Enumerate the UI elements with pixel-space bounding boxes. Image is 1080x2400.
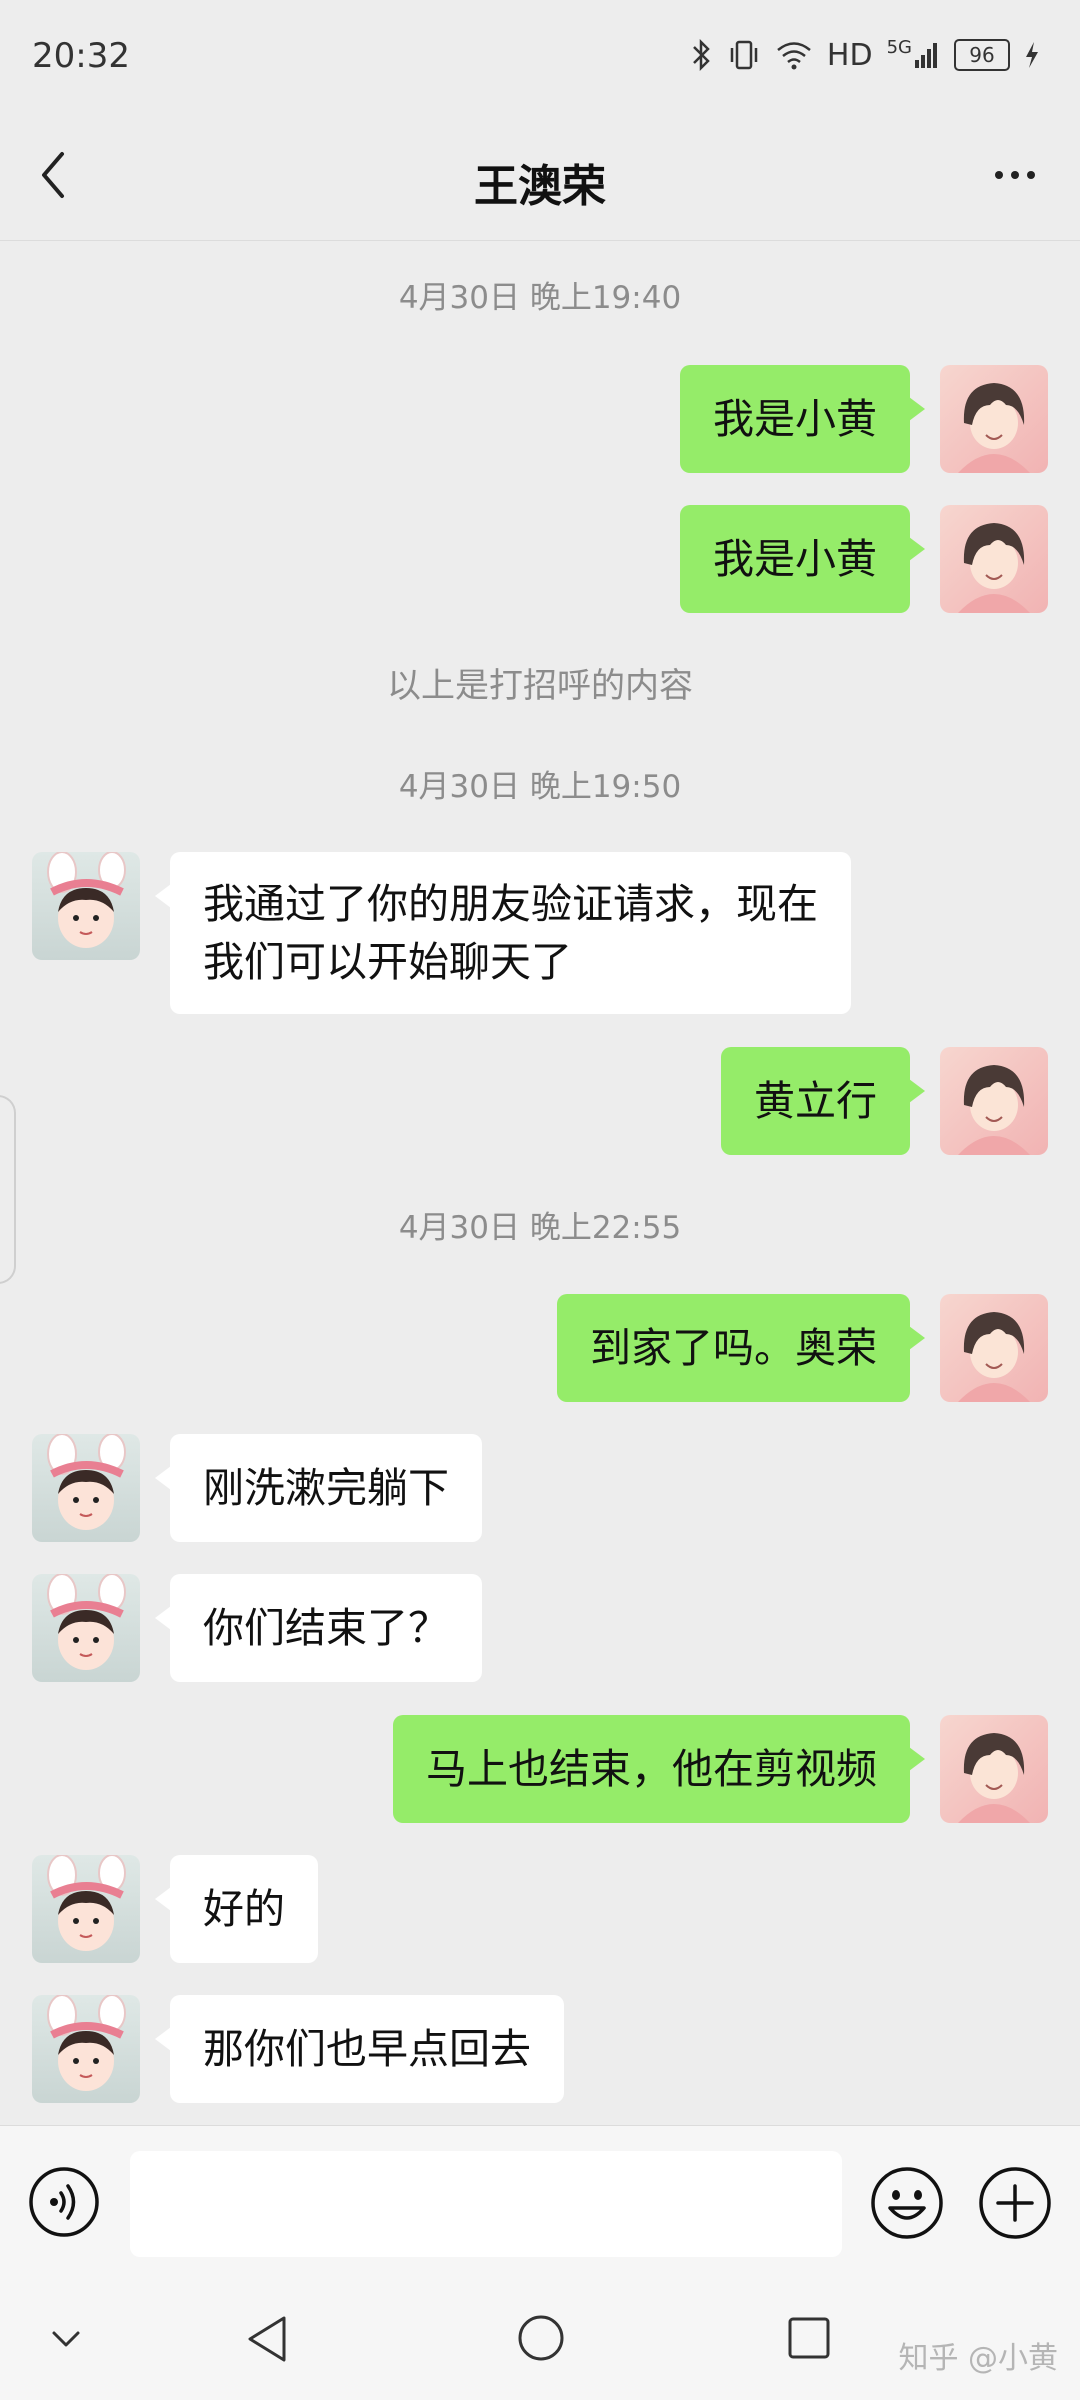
system-nav-bar: 知乎 @小黄 <box>0 2285 1080 2400</box>
chat-header: 王澳荣 <box>0 110 1080 241</box>
my-avatar[interactable] <box>940 1715 1048 1823</box>
plus-icon <box>979 2167 1051 2239</box>
status-time: 20:32 <box>32 36 130 76</box>
my-avatar-image <box>940 1294 1048 1402</box>
vibrate-icon <box>730 40 758 70</box>
my-avatar[interactable] <box>940 1047 1048 1155</box>
my-avatar[interactable] <box>940 505 1048 613</box>
contact-avatar-image <box>32 1855 140 1963</box>
contact-avatar-image <box>32 1574 140 1682</box>
edge-panel-handle[interactable] <box>0 1095 16 1284</box>
contact-avatar[interactable] <box>32 1434 140 1542</box>
more-dot-icon <box>1027 171 1035 179</box>
emoji-button[interactable] <box>870 2166 944 2240</box>
more-button[interactable] <box>980 150 1050 200</box>
message-bubble-incoming[interactable]: 我通过了你的朋友验证请求，现在 我们可以开始聊天了 <box>155 852 851 1014</box>
wifi-icon <box>777 42 811 70</box>
page-title: 王澳荣 <box>474 161 606 212</box>
contact-avatar-image <box>32 852 140 960</box>
message-bubble-outgoing[interactable]: 我是小黄 <box>680 365 925 473</box>
message-bubble-incoming[interactable]: 你们结束了？ <box>155 1574 482 1682</box>
system-note: 以上是打招呼的内容 <box>387 666 693 706</box>
nav-recents-button[interactable] <box>786 2315 832 2365</box>
nav-collapse-button[interactable] <box>48 2327 84 2355</box>
status-icons: HD 5G 96 <box>691 30 1040 80</box>
contact-avatar-image <box>32 1995 140 2103</box>
message-input[interactable] <box>130 2151 842 2257</box>
more-dot-icon <box>995 171 1003 179</box>
message-bubble-incoming[interactable]: 刚洗漱完躺下 <box>155 1434 482 1542</box>
home-circle-icon <box>518 2315 564 2361</box>
back-triangle-icon <box>248 2316 286 2362</box>
message-timestamp: 4月30日 晚上19:40 <box>398 280 682 316</box>
message-bubble-outgoing[interactable]: 马上也结束，他在剪视频 <box>393 1715 925 1823</box>
battery-indicator: 96 <box>954 39 1010 71</box>
my-avatar-image <box>940 505 1048 613</box>
more-functions-button[interactable] <box>978 2166 1052 2240</box>
voice-input-button[interactable] <box>28 2166 100 2238</box>
more-dot-icon <box>1011 171 1019 179</box>
nav-home-button[interactable] <box>516 2313 566 2367</box>
message-bubble-outgoing[interactable]: 到家了吗。奥荣 <box>557 1294 925 1402</box>
charging-icon <box>1026 42 1038 68</box>
contact-avatar[interactable] <box>32 1995 140 2103</box>
message-bubble-incoming[interactable]: 好的 <box>155 1855 318 1963</box>
emoji-icon <box>871 2167 943 2239</box>
voice-icon <box>29 2167 99 2237</box>
chevron-down-icon <box>52 2331 80 2347</box>
message-bubble-outgoing[interactable]: 我是小黄 <box>680 505 925 613</box>
chat-area[interactable]: 4月30日 晚上19:40 我是小黄 我是小黄 以上是打招呼的内容 4月30日 … <box>0 240 1080 2125</box>
message-timestamp: 4月30日 晚上22:55 <box>398 1210 682 1246</box>
contact-avatar[interactable] <box>32 852 140 960</box>
contact-avatar[interactable] <box>32 1574 140 1682</box>
message-bubble-incoming[interactable]: 那你们也早点回去 <box>155 1995 564 2103</box>
watermark: 知乎 @小黄 <box>898 2341 1058 2376</box>
status-bar: 20:32 HD 5G 96 <box>0 0 1080 110</box>
signal-5g: 5G <box>887 37 940 70</box>
my-avatar-image <box>940 365 1048 473</box>
recents-square-icon <box>788 2317 830 2359</box>
my-avatar[interactable] <box>940 1294 1048 1402</box>
message-bubble-outgoing[interactable]: 黄立行 <box>721 1047 925 1155</box>
bluetooth-icon <box>693 38 710 72</box>
my-avatar[interactable] <box>940 365 1048 473</box>
contact-avatar[interactable] <box>32 1855 140 1963</box>
contact-avatar-image <box>32 1434 140 1542</box>
input-bar <box>0 2125 1080 2286</box>
hd-label: HD <box>826 37 873 73</box>
signal-bars-icon <box>915 43 937 68</box>
my-avatar-image <box>940 1047 1048 1155</box>
my-avatar-image <box>940 1715 1048 1823</box>
message-timestamp: 4月30日 晚上19:50 <box>398 769 682 805</box>
nav-back-button[interactable] <box>244 2313 290 2369</box>
